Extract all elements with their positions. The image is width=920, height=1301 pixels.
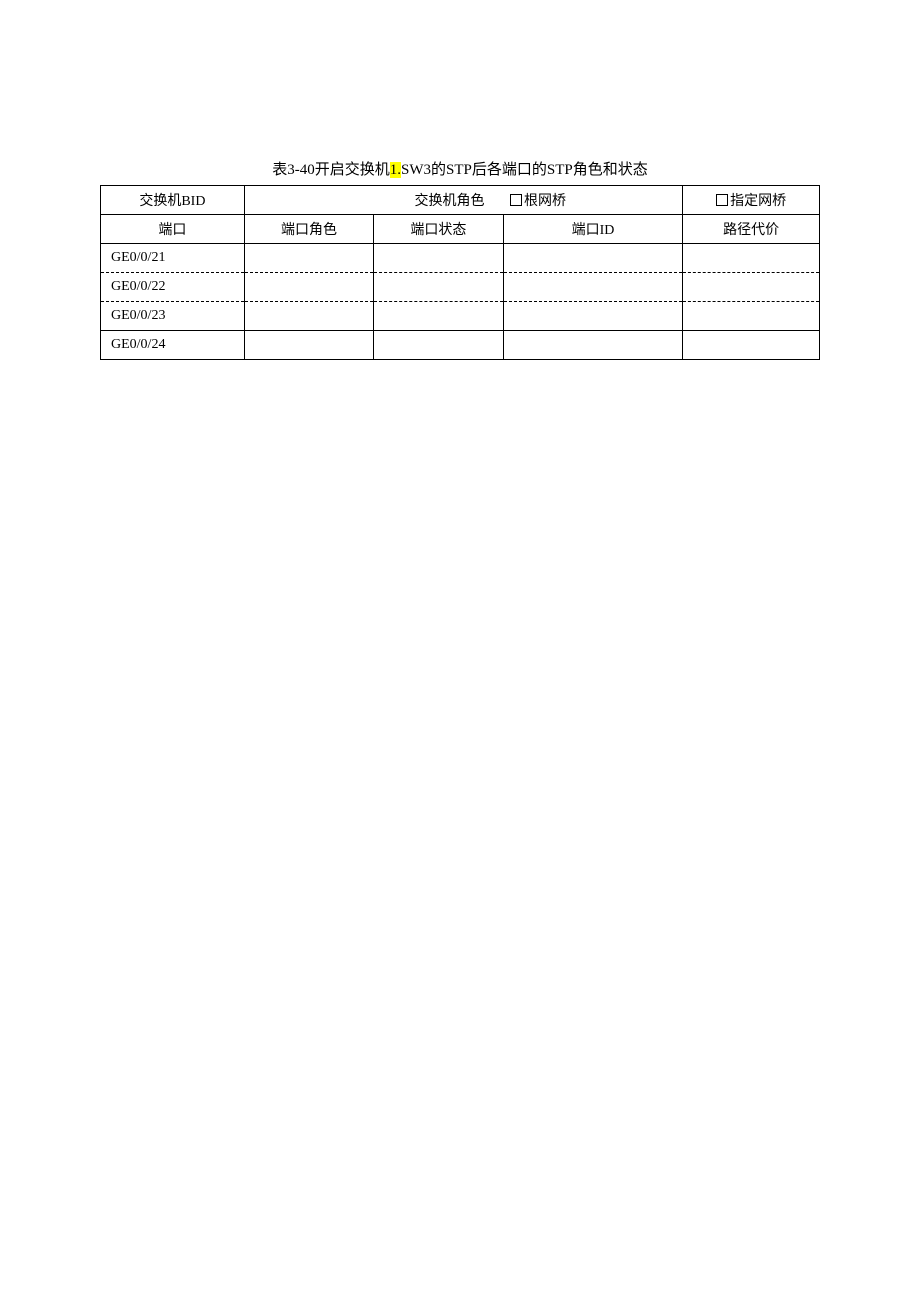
port-id-cell xyxy=(503,302,683,331)
port-state-cell xyxy=(374,331,503,360)
path-cost-cell xyxy=(683,273,820,302)
port-id-cell xyxy=(503,273,683,302)
port-name: GE0/0/24 xyxy=(101,331,245,360)
switch-role-label: 交换机角色 xyxy=(255,190,485,210)
designated-bridge-label: 指定网桥 xyxy=(730,194,786,209)
port-state-cell xyxy=(374,244,503,273)
port-role-cell xyxy=(244,273,373,302)
header-port-id: 端口ID xyxy=(503,215,683,244)
port-name: GE0/0/21 xyxy=(101,244,245,273)
checkbox-icon xyxy=(716,194,728,206)
table-row: GE0/0/24 xyxy=(101,331,820,360)
port-role-cell xyxy=(244,331,373,360)
port-name: GE0/0/23 xyxy=(101,302,245,331)
root-bridge-option: 根网桥 xyxy=(488,190,647,210)
port-role-cell xyxy=(244,244,373,273)
designated-bridge-option: 指定网桥 xyxy=(683,186,820,215)
caption-highlight: 1. xyxy=(390,162,401,178)
stp-table: 交换机BID 交换机角色 根网桥 指定网桥 端口 端口角色 端口状态 端口ID … xyxy=(100,185,820,360)
table-caption: 表3-40开启交换机1.SW3的STP后各端口的STP角色和状态 xyxy=(100,160,820,181)
table-row: 端口 端口角色 端口状态 端口ID 路径代价 xyxy=(101,215,820,244)
path-cost-cell xyxy=(683,331,820,360)
port-state-cell xyxy=(374,273,503,302)
checkbox-icon xyxy=(510,194,522,206)
path-cost-cell xyxy=(683,302,820,331)
root-bridge-label: 根网桥 xyxy=(524,194,566,209)
table-row: GE0/0/21 xyxy=(101,244,820,273)
port-id-cell xyxy=(503,331,683,360)
port-name: GE0/0/22 xyxy=(101,273,245,302)
port-id-cell xyxy=(503,244,683,273)
header-path-cost: 路径代价 xyxy=(683,215,820,244)
table-row: GE0/0/22 xyxy=(101,273,820,302)
header-port: 端口 xyxy=(101,215,245,244)
port-role-cell xyxy=(244,302,373,331)
port-state-cell xyxy=(374,302,503,331)
table-row: GE0/0/23 xyxy=(101,302,820,331)
table-row: 交换机BID 交换机角色 根网桥 指定网桥 xyxy=(101,186,820,215)
caption-prefix: 表3-40开启交换机 xyxy=(272,162,390,178)
path-cost-cell xyxy=(683,244,820,273)
header-port-state: 端口状态 xyxy=(374,215,503,244)
switch-role-cell: 交换机角色 根网桥 xyxy=(244,186,683,215)
caption-suffix: SW3的STP后各端口的STP角色和状态 xyxy=(401,162,648,178)
switch-bid-label: 交换机BID xyxy=(101,186,245,215)
header-port-role: 端口角色 xyxy=(244,215,373,244)
